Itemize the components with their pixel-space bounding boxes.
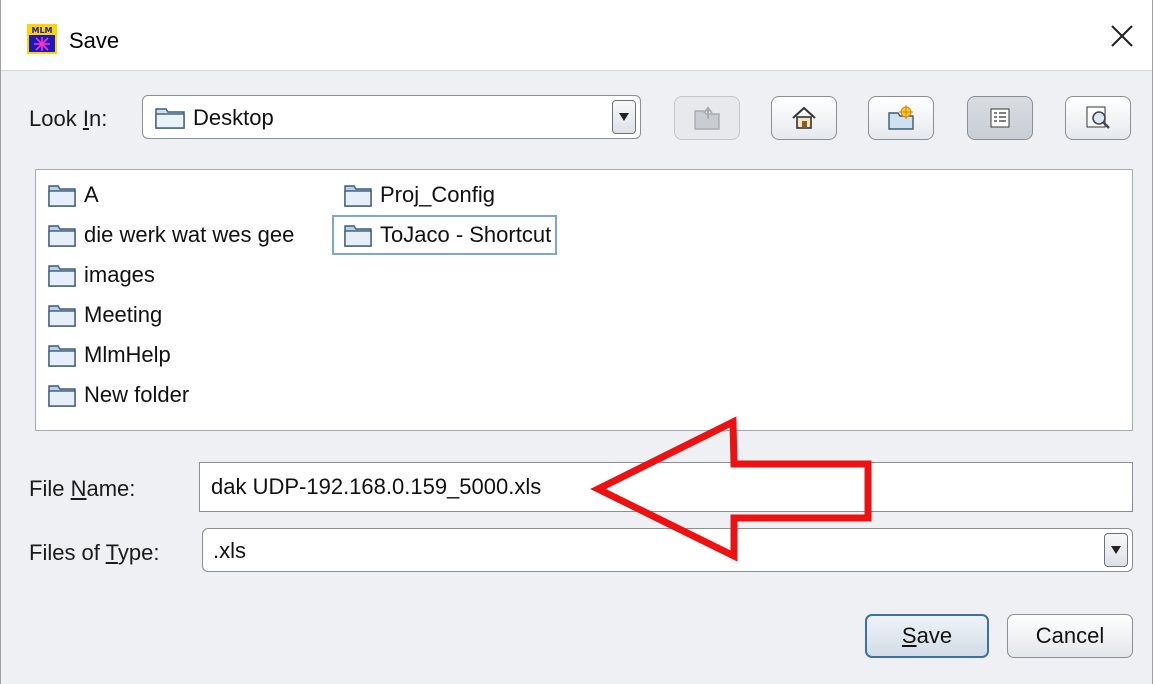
cancel-button[interactable]: Cancel: [1007, 614, 1133, 658]
folder-icon: [48, 185, 76, 207]
file-list-item[interactable]: die werk wat wes gee: [36, 215, 300, 255]
svg-text:MLM: MLM: [31, 26, 52, 35]
folder-icon: [155, 108, 185, 129]
file-list-column-1: Adie werk wat wes gee images Meeting MlmHel…: [36, 175, 300, 415]
close-icon[interactable]: [1108, 22, 1136, 50]
save-button[interactable]: Save: [865, 614, 989, 658]
list-view-button[interactable]: [967, 96, 1033, 140]
file-list-item[interactable]: MlmHelp: [36, 335, 300, 375]
file-type-label: Files of Type:: [29, 540, 160, 565]
folder-icon: [48, 385, 76, 407]
file-list-item-label: New folder: [84, 382, 190, 407]
file-list-item[interactable]: ToJaco - Shortcut: [332, 215, 558, 255]
file-list-item[interactable]: Proj_Config: [332, 175, 557, 215]
folder-icon: [48, 345, 76, 367]
save-dialog: MLM Save Look In: Desktop A die werk wat…: [0, 0, 1153, 684]
file-type-value: .xls: [213, 538, 246, 563]
file-list-item-label: die werk wat wes gee: [84, 222, 295, 247]
window-title: Save: [69, 28, 120, 53]
folder-icon: [344, 185, 372, 207]
file-list-item-label: Meeting: [84, 302, 163, 327]
title-bar[interactable]: MLM Save: [1, 0, 1152, 71]
folder-up-icon: [694, 106, 720, 130]
chevron-down-icon[interactable]: [1104, 533, 1128, 567]
file-list-item[interactable]: New folder: [36, 375, 300, 415]
file-list-item-label: images: [84, 262, 155, 287]
file-list-item[interactable]: images: [36, 255, 300, 295]
details-view-button[interactable]: [1065, 96, 1131, 140]
up-one-level-button[interactable]: [674, 96, 740, 140]
file-list-item-label: ToJaco - Shortcut: [380, 222, 552, 247]
mlm-app-icon: MLM: [27, 24, 57, 54]
look-in-value: Desktop: [193, 105, 274, 130]
file-list-item-label: A: [84, 182, 99, 207]
list-view-icon: [990, 108, 1010, 128]
new-folder-button[interactable]: [868, 96, 934, 140]
home-button[interactable]: [771, 96, 837, 140]
folder-icon: [344, 225, 372, 247]
chevron-down-icon[interactable]: [612, 100, 636, 134]
file-list-item-label: Proj_Config: [380, 182, 495, 207]
red-arrow-annotation: [590, 416, 872, 562]
home-icon: [792, 106, 816, 129]
file-list-item[interactable]: A: [36, 175, 300, 215]
file-list-item-label: MlmHelp: [84, 342, 171, 367]
file-list-item[interactable]: Meeting: [36, 295, 300, 335]
folder-icon: [48, 265, 76, 287]
look-in-combo[interactable]: Desktop: [142, 95, 641, 139]
new-folder-icon: [888, 105, 914, 130]
look-in-label: Look In:: [29, 106, 108, 131]
folder-icon: [48, 225, 76, 247]
folder-icon: [48, 305, 76, 327]
file-list[interactable]: Adie werk wat wes gee images Meeting MlmHel…: [35, 169, 1133, 431]
details-view-icon: [1086, 106, 1110, 129]
file-name-label: File Name:: [29, 476, 136, 501]
file-list-column-2: Proj_Config ToJaco - Shortcut: [332, 175, 558, 255]
